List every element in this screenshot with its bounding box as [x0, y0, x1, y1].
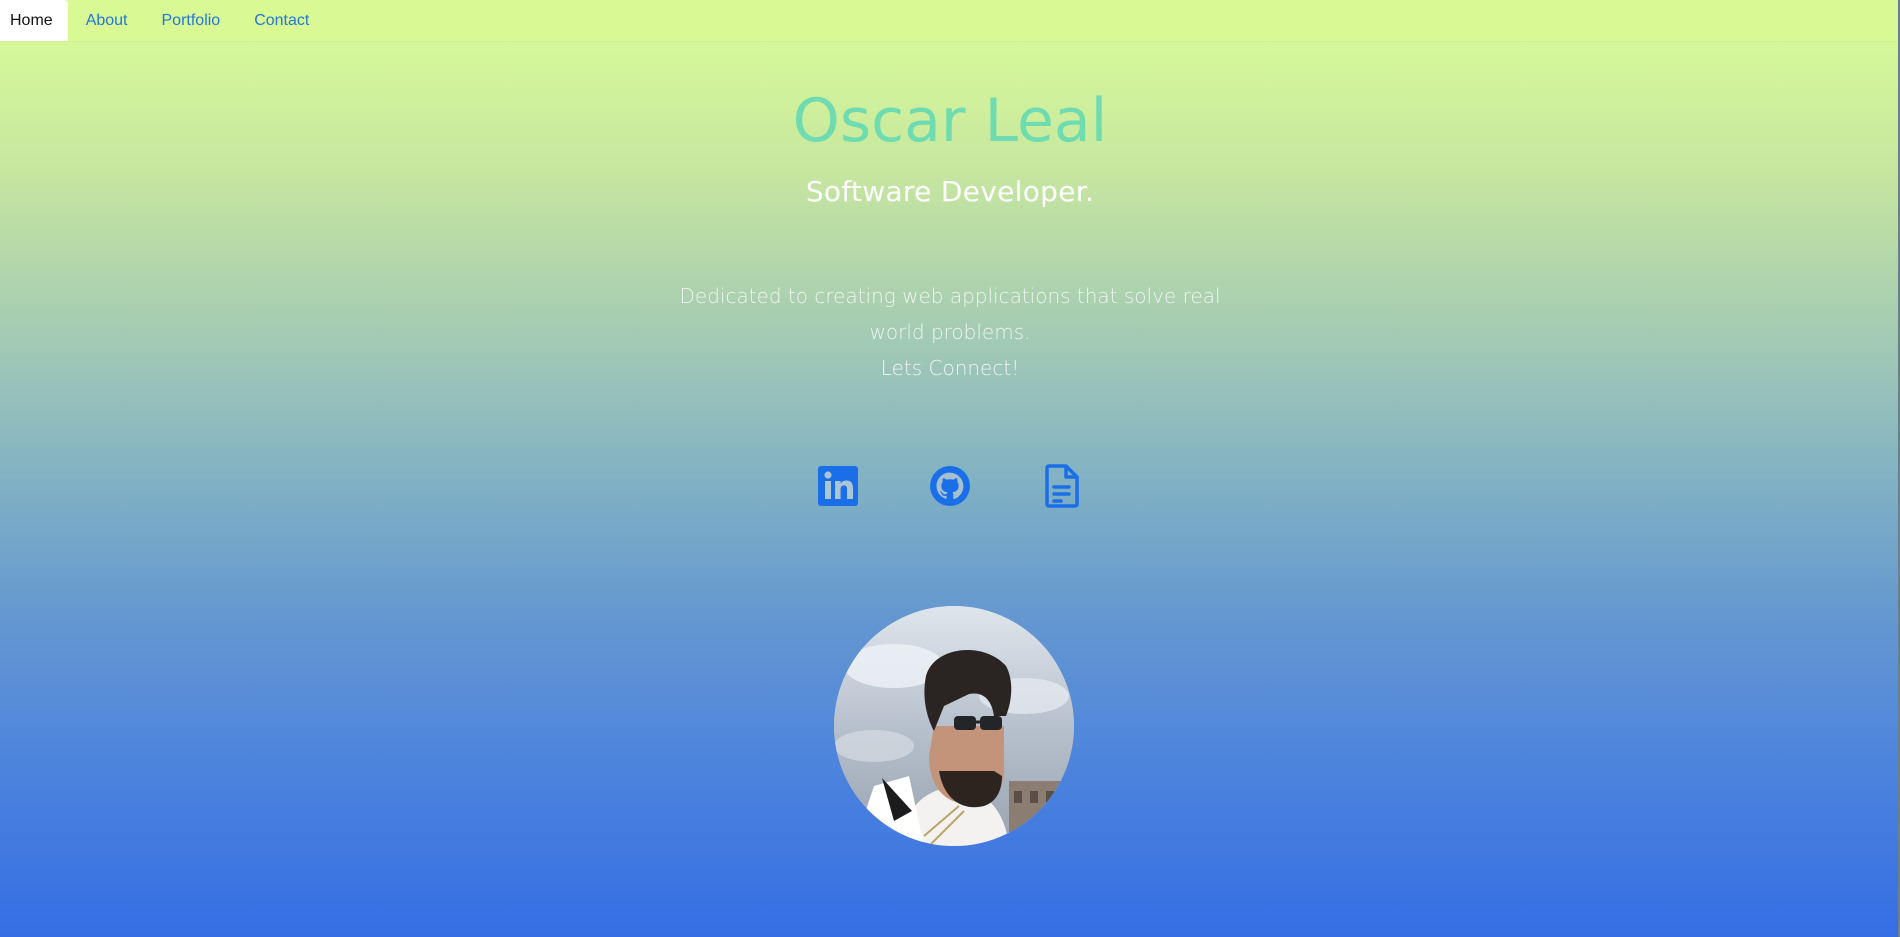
- linkedin-link[interactable]: [816, 463, 860, 509]
- linkedin-icon: [818, 466, 858, 506]
- tagline-line-1: Dedicated to creating web applications t…: [679, 284, 1221, 308]
- resume-document-icon: [1045, 464, 1079, 508]
- resume-link[interactable]: [1040, 463, 1084, 509]
- avatar: [834, 606, 1074, 846]
- nav-portfolio-link[interactable]: Portfolio: [145, 0, 238, 41]
- social-links: [0, 463, 1900, 509]
- hero-role-subtitle: Software Developer.: [805, 175, 1095, 208]
- hero-name-heading: Oscar Leal: [792, 86, 1108, 156]
- github-icon: [930, 466, 970, 506]
- nav-contact-link[interactable]: Contact: [237, 0, 326, 41]
- tagline-line-3: Lets Connect!: [880, 356, 1020, 380]
- nav-about-link[interactable]: About: [68, 0, 145, 41]
- top-navigation: Home About Portfolio Contact: [0, 0, 1898, 42]
- hero-tagline: Dedicated to creating web applications t…: [0, 278, 1900, 386]
- github-link[interactable]: [928, 463, 972, 509]
- nav-home-link[interactable]: Home: [0, 0, 68, 41]
- profile-photo: [834, 606, 1074, 846]
- tagline-line-2: world problems.: [869, 320, 1031, 344]
